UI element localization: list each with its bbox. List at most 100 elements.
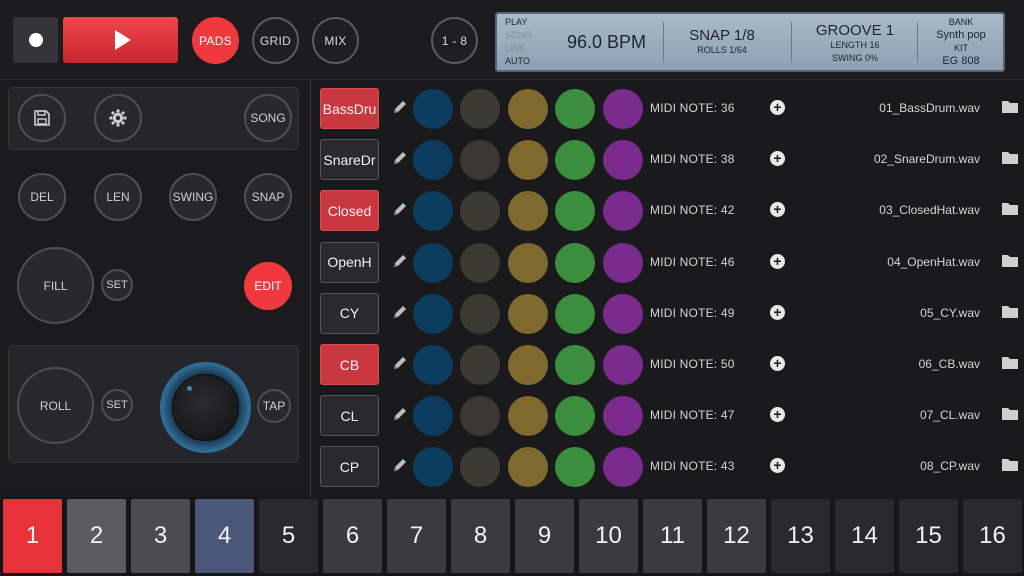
step-pad-13[interactable]: 13 [771,499,830,573]
fill-set-button[interactable]: SET [101,269,133,301]
track-name-button[interactable]: OpenH [320,241,379,283]
add-icon[interactable]: + [770,253,785,269]
pad-color-swatch[interactable] [603,345,643,385]
pad-color-swatch[interactable] [508,396,548,437]
pad-color-swatch[interactable] [460,140,500,181]
add-icon[interactable]: + [770,304,785,320]
pad-color-swatch[interactable] [555,447,595,488]
pad-color-swatch[interactable] [413,345,453,385]
track-name-button[interactable]: CY [320,292,379,334]
pad-color-swatch[interactable] [555,242,595,283]
edit-pencil-icon[interactable] [392,355,408,371]
pad-color-swatch[interactable] [555,191,595,232]
record-button[interactable] [13,17,58,63]
folder-icon[interactable] [1002,254,1018,267]
track-name-button[interactable]: Closed [320,190,379,232]
step-pad-16[interactable]: 16 [963,499,1022,573]
roll-set-button[interactable]: SET [101,389,133,421]
pad-color-swatch[interactable] [508,345,548,385]
pad-color-swatch[interactable] [460,89,500,129]
step-pad-7[interactable]: 7 [387,499,446,573]
step-pad-3[interactable]: 3 [131,499,190,573]
pad-color-swatch[interactable] [413,140,453,181]
pad-color-swatch[interactable] [603,396,643,437]
midi-note-label[interactable]: MIDI NOTE: 46 [650,255,735,269]
step-pad-8[interactable]: 8 [451,499,510,573]
pad-color-swatch[interactable] [413,89,453,129]
pad-color-swatch[interactable] [460,345,500,385]
delete-button[interactable]: DEL [18,173,66,221]
track-name-button[interactable]: BassDru [320,88,379,129]
sample-file-name[interactable]: 08_CP.wav [920,459,980,473]
step-pad-14[interactable]: 14 [835,499,894,573]
add-icon[interactable]: + [770,407,785,423]
pad-color-swatch[interactable] [603,293,643,334]
pad-color-swatch[interactable] [413,293,453,334]
folder-icon[interactable] [1002,458,1018,472]
edit-button[interactable]: EDIT [244,262,292,310]
grid-mode-button[interactable]: GRID [252,17,299,64]
sample-file-name[interactable]: 05_CY.wav [920,306,980,320]
pad-color-swatch[interactable] [555,396,595,437]
folder-icon[interactable] [1002,151,1018,165]
pad-color-swatch[interactable] [603,191,643,232]
pad-color-swatch[interactable] [508,242,548,283]
status-display[interactable]: PLAY SONG LINK AUTO 96.0 BPM SNAP 1/8 RO… [495,12,1005,72]
track-name-button[interactable]: CB [320,344,379,385]
pad-color-swatch[interactable] [413,396,453,437]
edit-pencil-icon[interactable] [392,304,408,320]
edit-pencil-icon[interactable] [392,99,408,115]
sample-file-name[interactable]: 04_OpenHat.wav [887,255,980,269]
edit-pencil-icon[interactable] [392,253,408,269]
step-pad-10[interactable]: 10 [579,499,638,573]
song-button[interactable]: SONG [244,94,292,142]
step-pad-5[interactable]: 5 [259,499,318,573]
add-icon[interactable]: + [770,202,785,218]
folder-icon[interactable] [1002,407,1018,421]
midi-note-label[interactable]: MIDI NOTE: 43 [650,459,735,473]
pad-color-swatch[interactable] [603,140,643,181]
save-button[interactable] [18,94,66,142]
folder-icon[interactable] [1002,356,1018,369]
bank-range-button[interactable]: 1 - 8 [431,17,478,64]
folder-icon[interactable] [1002,202,1018,216]
pad-color-swatch[interactable] [413,242,453,283]
pad-color-swatch[interactable] [555,293,595,334]
pad-color-swatch[interactable] [603,89,643,129]
add-icon[interactable]: + [770,458,785,474]
step-pad-1[interactable]: 1 [3,499,62,573]
pad-color-swatch[interactable] [508,140,548,181]
settings-button[interactable] [94,94,142,142]
track-name-button[interactable]: SnareDr [320,139,379,181]
pad-color-swatch[interactable] [508,447,548,488]
sample-file-name[interactable]: 02_SnareDrum.wav [874,152,980,166]
pad-color-swatch[interactable] [603,447,643,488]
pad-color-swatch[interactable] [460,191,500,232]
folder-icon[interactable] [1002,305,1018,318]
edit-pencil-icon[interactable] [392,150,408,166]
pad-color-swatch[interactable] [413,191,453,232]
track-name-button[interactable]: CL [320,395,379,437]
sample-file-name[interactable]: 06_CB.wav [919,357,980,371]
pad-color-swatch[interactable] [508,89,548,129]
sample-file-name[interactable]: 01_BassDrum.wav [879,101,980,115]
sample-file-name[interactable]: 03_ClosedHat.wav [879,203,980,217]
pad-color-swatch[interactable] [508,191,548,232]
pad-color-swatch[interactable] [460,447,500,488]
add-icon[interactable]: + [770,151,785,167]
midi-note-label[interactable]: MIDI NOTE: 49 [650,306,735,320]
edit-pencil-icon[interactable] [392,406,408,422]
pad-color-swatch[interactable] [555,345,595,385]
play-button[interactable] [63,17,178,63]
edit-pencil-icon[interactable] [392,201,408,217]
pad-color-swatch[interactable] [460,293,500,334]
snap-button[interactable]: SNAP [244,173,292,221]
sample-file-name[interactable]: 07_CL.wav [920,408,980,422]
pad-color-swatch[interactable] [555,89,595,129]
folder-icon[interactable] [1002,100,1018,113]
roll-knob[interactable] [172,374,239,441]
step-pad-2[interactable]: 2 [67,499,126,573]
pads-mode-button[interactable]: PADS [192,17,239,64]
midi-note-label[interactable]: MIDI NOTE: 47 [650,408,735,422]
roll-button[interactable]: ROLL [17,367,94,444]
